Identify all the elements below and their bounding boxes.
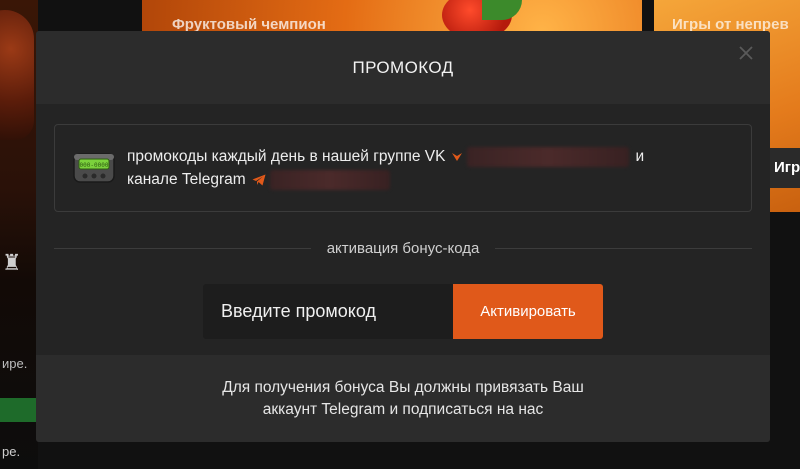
footer-note-line-2: аккаунт Telegram и подписаться на нас bbox=[262, 400, 544, 418]
close-icon[interactable] bbox=[736, 43, 756, 63]
modal-title: ПРОМОКОД bbox=[352, 57, 454, 77]
character-art bbox=[0, 10, 34, 140]
divider-line bbox=[54, 247, 311, 249]
divider-label: активация бонус-кода bbox=[326, 239, 480, 257]
section-divider: активация бонус-кода bbox=[54, 238, 753, 258]
info-line-1-suffix: и bbox=[635, 148, 645, 165]
play-button[interactable]: Игра bbox=[770, 148, 800, 188]
tuxedo-icon: ♜ bbox=[2, 250, 22, 275]
pager-icon: 000-0000 bbox=[73, 153, 115, 183]
footer-note: Для получения бонуса Вы должны привязать… bbox=[222, 377, 584, 421]
svg-text:000-0000: 000-0000 bbox=[80, 162, 109, 169]
modal-footer: Для получения бонуса Вы должны привязать… bbox=[36, 355, 770, 442]
background-left-banner: ♜ ире. ре. bbox=[0, 0, 38, 469]
telegram-icon bbox=[252, 174, 266, 185]
info-line-2: канале Telegram bbox=[127, 171, 246, 188]
background-text-fragment: ре. bbox=[2, 444, 21, 459]
activate-button[interactable]: Активировать bbox=[453, 284, 603, 339]
promo-modal: ПРОМОКОД 000-0000 промокоды каждый день … bbox=[36, 31, 770, 442]
promo-info-text: промокоды каждый день в нашей группе VK … bbox=[127, 145, 644, 191]
modal-header: ПРОМОКОД bbox=[36, 31, 770, 104]
background-text-fragment: ире. bbox=[2, 356, 28, 371]
info-line-1: промокоды каждый день в нашей группе VK bbox=[127, 148, 446, 165]
footer-note-line-1: Для получения бонуса Вы должны привязать… bbox=[222, 378, 584, 396]
promo-code-input[interactable] bbox=[203, 284, 453, 339]
leaf-icon bbox=[482, 0, 522, 20]
vk-group-link[interactable] bbox=[467, 146, 630, 167]
promo-form: Активировать bbox=[203, 284, 603, 339]
promo-info-box: 000-0000 промокоды каждый день в нашей г… bbox=[54, 124, 752, 212]
arrow-down-icon bbox=[452, 152, 463, 161]
green-badge bbox=[0, 398, 36, 422]
divider-line bbox=[495, 247, 753, 249]
telegram-channel-link[interactable] bbox=[269, 169, 390, 190]
